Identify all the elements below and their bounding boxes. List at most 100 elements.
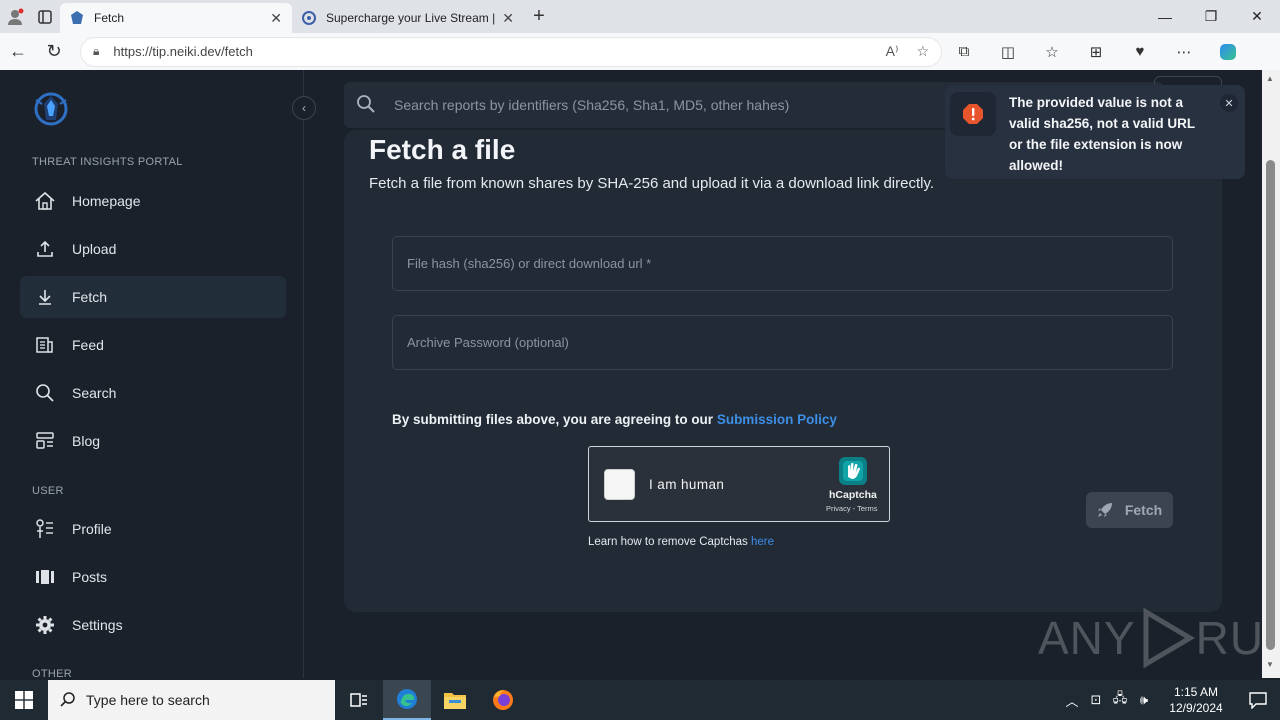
remove-captcha-link[interactable]: here: [751, 536, 774, 548]
close-tab-icon[interactable]: ✕: [502, 10, 514, 27]
sidebar-item-label: Search: [72, 385, 117, 401]
sidebar-item-homepage[interactable]: Homepage: [20, 180, 286, 222]
sidebar-item-label: Homepage: [72, 193, 141, 209]
browser-tabbar: Fetch ✕ Supercharge your Live Stream | S…: [0, 0, 1280, 33]
hcaptcha-logo-icon: [837, 455, 869, 487]
neiki-favicon-icon: [70, 11, 84, 25]
lock-icon[interactable]: 🔒︎: [93, 44, 99, 59]
hash-url-input[interactable]: [393, 237, 1172, 290]
sidebar-item-label: Feed: [72, 337, 104, 353]
profile-avatar-icon[interactable]: [0, 2, 30, 32]
toast-close-icon[interactable]: ✕: [1220, 94, 1238, 112]
anyrun-watermark: ANY RUN: [1038, 608, 1280, 668]
browser-toolbar: ← ↻ 🔒︎ https://tip.neiki.dev/fetch A⁾ ☆ …: [0, 33, 1280, 70]
tab-supercharge[interactable]: Supercharge your Live Stream | S ✕: [292, 3, 524, 33]
scroll-up-icon[interactable]: ▲: [1266, 74, 1274, 83]
page-subtitle: Fetch a file from known shares by SHA-25…: [369, 175, 935, 192]
scrollbar-thumb[interactable]: [1266, 160, 1275, 650]
collapse-sidebar-button[interactable]: ‹: [292, 96, 316, 120]
favorites-icon[interactable]: ☆: [1030, 36, 1074, 68]
sidebar-item-settings[interactable]: Settings: [20, 604, 286, 646]
close-window-icon[interactable]: ✕: [1234, 2, 1280, 32]
remove-captcha-text: Learn how to remove Captchas here: [588, 536, 774, 548]
posts-icon: [34, 566, 56, 588]
sidebar-item-posts[interactable]: Posts: [20, 556, 286, 598]
watermark-left: ANY: [1038, 612, 1136, 664]
clock-time: 1:15 AM: [1173, 685, 1219, 699]
play-triangle-icon: [1143, 608, 1195, 668]
taskbar-search-placeholder: Type here to search: [86, 692, 210, 708]
sidebar-item-label: Fetch: [72, 289, 108, 305]
home-icon: [34, 190, 56, 212]
address-bar[interactable]: 🔒︎ https://tip.neiki.dev/fetch A⁾ ☆: [80, 36, 942, 67]
tab-actions-icon[interactable]: [30, 2, 60, 32]
hcaptcha-privacy-terms-link[interactable]: Privacy - Terms: [826, 504, 878, 513]
section-label-user: USER: [32, 485, 64, 497]
fetch-button-label: Fetch: [1124, 502, 1163, 518]
section-label-portal: THREAT INSIGHTS PORTAL: [32, 156, 183, 168]
edge-taskbar-icon[interactable]: [383, 680, 431, 720]
submission-policy-link[interactable]: Submission Policy: [717, 412, 837, 427]
sidebar-item-blog[interactable]: Blog: [20, 420, 286, 462]
sidebar: THREAT INSIGHTS PORTAL Homepage Upload F…: [4, 70, 304, 678]
sidebar-item-label: Settings: [72, 617, 123, 633]
captcha-label: I am human: [649, 477, 725, 492]
extensions-icon[interactable]: ⧉: [942, 36, 986, 68]
close-tab-icon[interactable]: ✕: [270, 10, 282, 27]
sidebar-item-profile[interactable]: Profile: [20, 508, 286, 550]
restore-icon[interactable]: ❐: [1188, 2, 1234, 32]
read-aloud-icon[interactable]: A⁾: [886, 43, 899, 60]
page-scrollbar[interactable]: ▲ ▼: [1262, 70, 1280, 678]
tab-fetch[interactable]: Fetch ✕: [60, 3, 292, 33]
network-icon[interactable]: 🖧︎: [1108, 689, 1132, 711]
windows-start-icon[interactable]: [0, 680, 48, 720]
tray-device-icon[interactable]: ⊡: [1084, 692, 1108, 708]
notifications-icon[interactable]: [1236, 691, 1280, 709]
back-icon[interactable]: ←: [0, 36, 36, 68]
captcha-checkbox[interactable]: [604, 469, 635, 500]
search-icon: [34, 382, 56, 404]
sidebar-item-label: Posts: [72, 569, 108, 585]
rocket-icon: [1097, 502, 1113, 518]
refresh-icon[interactable]: ↻: [36, 36, 72, 68]
scroll-down-icon[interactable]: ▼: [1266, 660, 1274, 669]
copilot-icon[interactable]: [1206, 36, 1250, 68]
feed-icon: [34, 334, 56, 356]
error-badge: [950, 92, 996, 136]
page-title: Fetch a file: [369, 134, 516, 165]
task-view-icon[interactable]: [335, 680, 383, 720]
blog-icon: [34, 430, 56, 452]
tab-title: Fetch: [94, 11, 125, 25]
taskbar-clock[interactable]: 1:15 AM 12/9/2024: [1156, 684, 1236, 716]
performance-icon[interactable]: ♥: [1118, 36, 1162, 68]
new-tab-icon[interactable]: +: [524, 2, 554, 32]
url-text: https://tip.neiki.dev/fetch: [113, 44, 253, 59]
hcaptcha-widget: I am human hCaptcha Privacy - Terms: [588, 446, 890, 522]
sidebar-item-feed[interactable]: Feed: [20, 324, 286, 366]
submission-policy-text: By submitting files above, you are agree…: [392, 412, 837, 427]
tab-title: Supercharge your Live Stream | S: [326, 11, 497, 25]
search-icon: [356, 94, 378, 116]
tray-chevron-icon[interactable]: ︿: [1060, 691, 1084, 710]
fetch-button[interactable]: Fetch: [1086, 492, 1173, 528]
split-screen-icon[interactable]: ◫: [986, 36, 1030, 68]
volume-icon[interactable]: 🕪︎: [1132, 692, 1156, 708]
archive-password-field[interactable]: [392, 315, 1173, 370]
hash-url-field[interactable]: [392, 236, 1173, 291]
sidebar-item-label: Blog: [72, 433, 101, 449]
archive-password-input[interactable]: [393, 316, 1172, 369]
firefox-icon[interactable]: [479, 680, 527, 720]
download-icon: [34, 286, 56, 308]
sidebar-item-search[interactable]: Search: [20, 372, 286, 414]
sidebar-item-upload[interactable]: Upload: [20, 228, 286, 270]
taskbar-search-box[interactable]: Type here to search: [48, 680, 335, 720]
file-explorer-icon[interactable]: [431, 680, 479, 720]
neiki-logo-icon[interactable]: [32, 90, 70, 128]
gear-icon: [34, 614, 56, 636]
favorite-star-icon[interactable]: ☆: [916, 43, 929, 60]
sidebar-item-fetch[interactable]: Fetch: [20, 276, 286, 318]
collections-icon[interactable]: ⊞: [1074, 36, 1118, 68]
more-menu-icon[interactable]: ⋯: [1162, 36, 1206, 68]
window-controls: — ❐ ✕: [1142, 2, 1280, 32]
minimize-icon[interactable]: —: [1142, 2, 1188, 32]
